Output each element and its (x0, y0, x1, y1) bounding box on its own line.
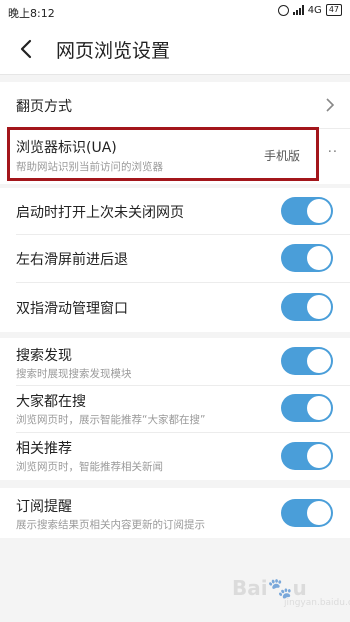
toggle-knob (307, 199, 331, 223)
chevron-left-icon[interactable] (14, 36, 40, 62)
toggle-knob (307, 246, 331, 270)
settings-group-search: 搜索发现 搜索时展现搜索发现模块 大家都在搜 浏览网页时，展示智能推荐“大家都在… (0, 338, 350, 480)
chevron-right-icon (326, 98, 335, 112)
status-bar: 晚上8:12 4G 47 (0, 0, 350, 24)
toggle-knob (307, 444, 331, 468)
baidu-watermark-logo: Bai🐾u jingyan.baidu.com (232, 576, 350, 608)
related-recs-label: 相关推荐 (16, 441, 72, 457)
related-recs-row: 相关推荐 浏览网页时，智能推荐相关新闻 (0, 433, 350, 480)
restore-tabs-label: 启动时打开上次未关闭网页 (16, 205, 184, 221)
restore-tabs-toggle[interactable] (281, 197, 333, 225)
two-finger-row: 双指滑动管理窗口 (0, 283, 350, 332)
settings-group-subscription: 订阅提醒 展示搜索结果页相关内容更新的订阅提示 (0, 488, 350, 538)
toggle-knob (307, 501, 331, 525)
swipe-nav-label: 左右滑屏前进后退 (16, 252, 128, 268)
more-icon: ·· (327, 145, 338, 160)
status-icons: 4G 47 (277, 4, 342, 16)
page-turn-label: 翻页方式 (16, 99, 72, 115)
subscription-alert-description: 展示搜索结果页相关内容更新的订阅提示 (16, 519, 205, 531)
related-recs-description: 浏览网页时，智能推荐相关新闻 (16, 461, 163, 473)
swipe-nav-row: 左右滑屏前进后退 (0, 235, 350, 282)
search-discovery-toggle[interactable] (281, 347, 333, 375)
subscription-alert-row: 订阅提醒 展示搜索结果页相关内容更新的订阅提示 (0, 488, 350, 538)
swipe-nav-toggle[interactable] (281, 244, 333, 272)
search-discovery-description: 搜索时展现搜索发现模块 (16, 368, 132, 380)
alarm-icon (277, 4, 289, 16)
search-discovery-label: 搜索发现 (16, 348, 72, 364)
title-bar: 网页浏览设置 (0, 24, 350, 75)
network-type: 4G (307, 4, 322, 16)
page-title: 网页浏览设置 (56, 40, 171, 62)
toggle-knob (307, 349, 331, 373)
two-finger-toggle[interactable] (281, 293, 333, 321)
signal-icon (292, 5, 304, 15)
subscription-alert-toggle[interactable] (281, 499, 333, 527)
everyone-searching-description: 浏览网页时，展示智能推荐“大家都在搜” (16, 414, 206, 426)
search-discovery-row: 搜索发现 搜索时展现搜索发现模块 (0, 338, 350, 385)
subscription-alert-label: 订阅提醒 (16, 499, 72, 515)
settings-group-browse: 启动时打开上次未关闭网页 左右滑屏前进后退 双指滑动管理窗口 (0, 188, 350, 332)
battery-icon: 47 (325, 4, 342, 16)
toggle-knob (307, 295, 331, 319)
status-time: 晚上8:12 (8, 7, 55, 20)
page-turn-row[interactable]: 翻页方式 (0, 82, 350, 128)
toggle-knob (307, 396, 331, 420)
two-finger-label: 双指滑动管理窗口 (16, 301, 128, 317)
related-recs-toggle[interactable] (281, 442, 333, 470)
everyone-searching-label: 大家都在搜 (16, 394, 86, 410)
restore-tabs-row: 启动时打开上次未关闭网页 (0, 188, 350, 234)
everyone-searching-row: 大家都在搜 浏览网页时，展示智能推荐“大家都在搜” (0, 386, 350, 432)
everyone-searching-toggle[interactable] (281, 394, 333, 422)
highlight-box (7, 127, 319, 181)
